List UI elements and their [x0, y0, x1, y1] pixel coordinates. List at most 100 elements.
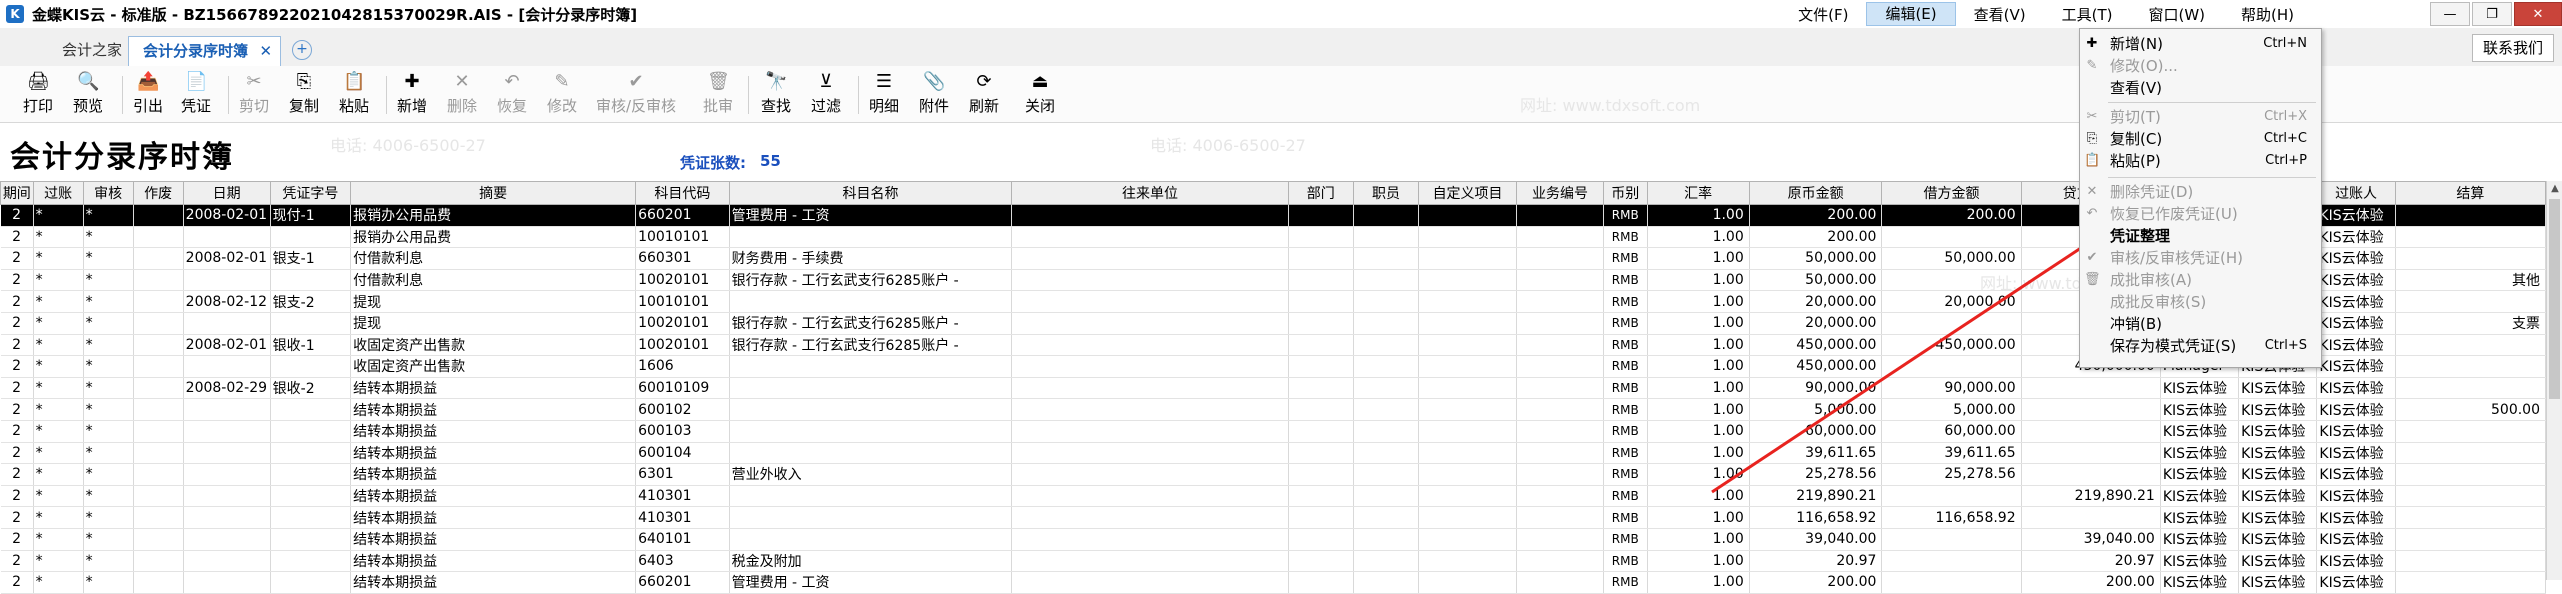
menu-view[interactable]: 查看(V): [1956, 4, 2044, 25]
menu-item-audit[interactable]: ✔ 审核/反审核凭证(H): [2080, 247, 2321, 269]
column-header[interactable]: 期间: [0, 181, 34, 205]
menu-file[interactable]: 文件(F): [1780, 4, 1866, 25]
modify-button[interactable]: ✎ 修改: [540, 70, 584, 118]
menu-item-cut[interactable]: ✂ 剪切(T) Ctrl+X: [2080, 106, 2321, 128]
menu-tools[interactable]: 工具(T): [2044, 4, 2131, 25]
table-cell: RMB: [1603, 463, 1648, 486]
column-header[interactable]: 借方金额: [1881, 181, 2022, 205]
toolbar-label: 粘贴: [338, 97, 369, 115]
table-row[interactable]: 2 * * 2008-02-29 银收-2 结转本期损益 60010109 RMB 1.00 90…: [0, 377, 2547, 400]
refresh-button[interactable]: ⟳ 刷新: [962, 70, 1006, 118]
voucher-button[interactable]: 📄 凭证: [174, 70, 218, 118]
watermark-phone: 电话: 4006-6500-27: [330, 136, 486, 155]
column-header[interactable]: 过账: [32, 181, 84, 205]
table-cell: 结转本期损益: [350, 442, 637, 465]
menu-item-save-template[interactable]: 保存为模式凭证(S) Ctrl+S: [2080, 335, 2321, 357]
copy-button[interactable]: ⎘ 复制: [282, 70, 326, 118]
column-header[interactable]: 职员: [1352, 181, 1420, 205]
menu-item-copy[interactable]: ⎘ 复制(C) Ctrl+C: [2080, 128, 2321, 150]
add-tab-icon[interactable]: +: [292, 40, 312, 60]
detail-button[interactable]: ☰ 明细: [862, 70, 906, 118]
column-header[interactable]: 汇率: [1646, 181, 1750, 205]
restore-button[interactable]: ❐: [2472, 2, 2512, 26]
toolbar-label: 恢复: [496, 97, 527, 115]
table-cell: [1353, 506, 1420, 529]
cut-button[interactable]: ✂ 剪切: [232, 70, 276, 118]
menu-item-reversal[interactable]: 冲销(B): [2080, 313, 2321, 335]
audit-button[interactable]: ✔ 审核/反审核: [594, 70, 678, 118]
tab-close-icon[interactable]: ✕: [259, 37, 272, 66]
menu-item-label: 冲销(B): [2110, 315, 2162, 333]
export-button[interactable]: 📤 引出: [126, 70, 170, 118]
menu-item-restore-voided[interactable]: ↶ 恢复已作废凭证(U): [2080, 203, 2321, 225]
scroll-up-icon[interactable]: ▲: [2547, 181, 2562, 197]
table-row[interactable]: 2 * * 结转本期损益 410301 RMB 1.00 219,890.21 219,890.…: [0, 485, 2547, 508]
table-cell: [1418, 312, 1517, 335]
contact-us-button[interactable]: 联系我们: [2471, 34, 2554, 62]
column-header[interactable]: 部门: [1287, 181, 1354, 205]
menu-item-paste[interactable]: 📋 粘贴(P) Ctrl+P: [2080, 150, 2321, 172]
scroll-thumb[interactable]: [2549, 199, 2560, 399]
column-header[interactable]: 凭证字号: [269, 181, 352, 205]
table-cell: *: [83, 398, 134, 421]
table-row[interactable]: 2 * * 结转本期损益 640101 RMB 1.00 39,040.00 39,040.00…: [0, 528, 2547, 551]
column-header[interactable]: 原币金额: [1748, 181, 1883, 205]
table-row[interactable]: 2 * * 结转本期损益 6301 营业外收入 RMB 1.00 25,278.56 25,278…: [0, 463, 2547, 486]
menu-edit[interactable]: 编辑(E): [1866, 2, 1956, 26]
table-cell: [183, 571, 271, 594]
column-header[interactable]: 业务编号: [1516, 181, 1604, 205]
table-cell: 2: [0, 420, 34, 443]
column-header[interactable]: 科目代码: [635, 181, 730, 205]
menu-item-view[interactable]: 查看(V): [2080, 77, 2321, 99]
menu-window[interactable]: 窗口(W): [2130, 4, 2223, 25]
menu-item-delete-voucher[interactable]: ✕ 删除凭证(D): [2080, 181, 2321, 203]
add-button[interactable]: ✚ 新增: [390, 70, 434, 118]
tab-accounting-home[interactable]: 会计之家: [48, 36, 136, 65]
paste-button[interactable]: 📋 粘贴: [332, 70, 376, 118]
table-row[interactable]: 2 * * 结转本期损益 600104 RMB 1.00 39,611.65 39,611.65…: [0, 442, 2547, 465]
table-cell: 付借款利息: [350, 269, 637, 292]
minimize-button[interactable]: —: [2430, 2, 2470, 26]
toolbar-label: 剪切: [238, 97, 269, 115]
tab-journal-list[interactable]: 会计分录序时簿 ✕: [128, 36, 282, 66]
table-row[interactable]: 2 * * 结转本期损益 410301 RMB 1.00 116,658.92 116,658.…: [0, 506, 2547, 529]
close-button[interactable]: ✕: [2514, 2, 2562, 26]
table-row[interactable]: 2 * * 结转本期损益 660201 管理费用 - 工资 RMB 1.00 200.00 200…: [0, 571, 2547, 594]
table-cell: 现付-1: [270, 204, 352, 227]
print-button[interactable]: 🖨 打印: [16, 70, 60, 118]
find-button[interactable]: 🔭 查找: [754, 70, 798, 118]
table-cell: RMB: [1603, 442, 1648, 465]
column-header[interactable]: 科目名称: [728, 181, 1013, 205]
table-row[interactable]: 2 * * 结转本期损益 600103 RMB 1.00 60,000.00 60,000.00…: [0, 420, 2547, 443]
menu-item-voucher-reorganize[interactable]: 凭证整理: [2080, 225, 2321, 247]
menu-help[interactable]: 帮助(H): [2223, 4, 2312, 25]
filter-button[interactable]: ⊻ 过滤: [804, 70, 848, 118]
table-cell: [270, 463, 352, 486]
column-header[interactable]: 过账人: [2316, 181, 2396, 205]
column-header[interactable]: 作废: [132, 181, 184, 205]
column-header[interactable]: 币别: [1603, 181, 1648, 205]
table-cell: 结转本期损益: [350, 463, 637, 486]
column-header[interactable]: 往来单位: [1011, 181, 1289, 205]
delete-button[interactable]: ✕ 删除: [440, 70, 484, 118]
preview-button[interactable]: 🔍 预览: [66, 70, 110, 118]
column-header[interactable]: 结算: [2394, 181, 2547, 205]
menu-item-batch-unaudit[interactable]: 成批反审核(S): [2080, 291, 2321, 313]
restore-voucher-button[interactable]: ↶ 恢复: [490, 70, 534, 118]
table-cell: RMB: [1603, 377, 1648, 400]
menu-item-batch-audit[interactable]: 🗑 成批审核(A): [2080, 269, 2321, 291]
column-header[interactable]: 摘要: [350, 181, 637, 205]
attachment-button[interactable]: 📎 附件: [912, 70, 956, 118]
column-header[interactable]: 日期: [182, 181, 271, 205]
table-row[interactable]: 2 * * 结转本期损益 600102 RMB 1.00 5,000.00 5,000.00 KI…: [0, 398, 2547, 421]
table-cell: 10020101: [635, 334, 730, 357]
batch-audit-button[interactable]: 🗑 批审: [696, 70, 740, 118]
column-header[interactable]: 审核: [82, 181, 134, 205]
table-row[interactable]: 2 * * 结转本期损益 6403 税金及附加 RMB 1.00 20.97 20.97 KIS云体…: [0, 550, 2547, 573]
menu-item-new[interactable]: ✚ 新增(N) Ctrl+N: [2080, 33, 2321, 55]
column-header[interactable]: 自定义项目: [1418, 181, 1517, 205]
close-page-button[interactable]: ⏏ 关闭: [1018, 70, 1062, 118]
table-cell: 结转本期损益: [350, 550, 637, 573]
menu-item-modify[interactable]: ✎ 修改(O)...: [2080, 55, 2321, 77]
vertical-scrollbar[interactable]: ▲: [2546, 181, 2562, 580]
